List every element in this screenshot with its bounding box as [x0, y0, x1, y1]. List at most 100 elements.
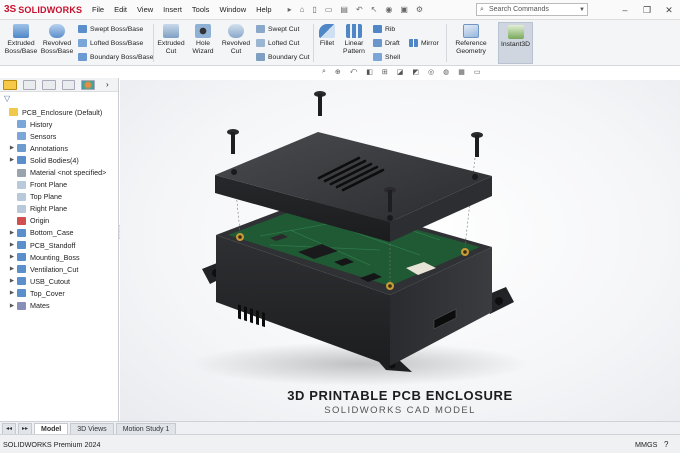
scene-icon[interactable]: ▦ [458, 68, 465, 76]
expand-arrow-icon[interactable]: ▶ [8, 254, 16, 260]
swept-boss-button[interactable]: Swept Boss/Base [78, 25, 143, 33]
property-manager-tab[interactable] [22, 79, 37, 90]
graphics-area[interactable]: 3D PRINTABLE PCB ENCLOSURE SOLIDWORKS CA… [120, 80, 680, 421]
extruded-boss-button[interactable]: Extruded Boss/Base [4, 24, 38, 56]
search-commands[interactable]: ⌕ Search Commands ▼ [476, 3, 588, 16]
zoom-area-icon[interactable]: ⊕ [335, 68, 341, 76]
screw[interactable] [314, 91, 326, 116]
tree-item[interactable]: Front Plane [0, 179, 118, 191]
tree-item[interactable]: Top Plane [0, 191, 118, 203]
view-settings-icon[interactable]: ▭ [474, 68, 481, 76]
tree-item[interactable]: History [0, 118, 118, 130]
view-orientation-icon[interactable]: ◪ [397, 68, 404, 76]
minimize-icon[interactable]: – [614, 5, 636, 15]
configuration-manager-tab[interactable] [42, 79, 56, 90]
hide-show-icon[interactable]: ◎ [428, 68, 434, 76]
expand-arrow-icon[interactable]: ▶ [8, 266, 16, 272]
tree-item[interactable]: Sensors [0, 130, 118, 142]
solidworks-logo[interactable]: 3S SOLIDWORKS [0, 4, 92, 15]
tree-item[interactable]: ▶ Mates [0, 300, 118, 312]
tree-item[interactable]: ▶ Ventilation_Cut [0, 263, 118, 275]
expand-arrow-icon[interactable]: ▶ [8, 157, 16, 163]
hole-wizard-button[interactable]: Hole Wizard [188, 24, 218, 56]
feature-manager-tab[interactable] [3, 79, 17, 90]
swept-cut-button[interactable]: Swept Cut [256, 25, 299, 33]
linear-pattern-button[interactable]: Linear Pattern [341, 24, 367, 56]
shell-button[interactable]: Shell [373, 53, 400, 61]
tab-scroll-first[interactable]: ◂◂ [2, 423, 16, 434]
open-icon[interactable]: ▭ [325, 5, 333, 14]
appearance-icon[interactable]: ◍ [443, 68, 449, 76]
rib-button[interactable]: Rib [373, 25, 395, 33]
tab-scroll-last[interactable]: ▸▸ [18, 423, 32, 434]
rebuild-icon[interactable]: ◉ [385, 5, 392, 14]
help-icon[interactable]: ? [664, 440, 668, 449]
extruded-cut-icon [163, 24, 179, 38]
display-manager-tab[interactable] [81, 79, 95, 90]
tree-item[interactable]: Origin [0, 215, 118, 227]
menu-window[interactable]: Window [219, 5, 246, 14]
expand-arrow-icon[interactable]: ▶ [8, 303, 16, 309]
expand-arrow-icon[interactable]: ▶ [8, 290, 16, 296]
unit-system[interactable]: MMGS [635, 440, 657, 449]
expand-arrow-icon[interactable]: ▶ [8, 242, 16, 248]
fillet-label: Fillet [319, 40, 335, 47]
previous-view-icon[interactable]: ⤺ [350, 68, 357, 76]
new-file-icon[interactable]: ▯ [312, 5, 316, 14]
menu-tools[interactable]: Tools [192, 5, 210, 14]
expand-arrow-icon[interactable]: ▶ [8, 278, 16, 284]
select-icon[interactable]: ↖ [371, 5, 378, 14]
tab-motion-study[interactable]: Motion Study 1 [115, 423, 177, 434]
tree-item[interactable]: ▶ Mounting_Boss [0, 251, 118, 263]
chevron-down-icon[interactable]: ▼ [577, 7, 587, 13]
reference-geometry-button[interactable]: Reference Geometry [451, 24, 491, 56]
revolved-cut-button[interactable]: Revolved Cut [220, 24, 252, 56]
mirror-button[interactable]: Mirror [409, 39, 439, 47]
lofted-boss-button[interactable]: Lofted Boss/Base [78, 39, 143, 47]
options-icon[interactable]: ⚙ [416, 5, 423, 14]
chevron-right-icon[interactable]: › [101, 80, 114, 90]
tree-item[interactable]: ▶ Bottom_Case [0, 227, 118, 239]
instant3d-button[interactable]: Instant3D [498, 22, 533, 64]
tree-item[interactable]: ▶ Annotations [0, 142, 118, 154]
tree-item[interactable]: PCB_Enclosure (Default) [0, 106, 118, 118]
revolved-boss-button[interactable]: Revolved Boss/Base [40, 24, 74, 56]
dimxpert-manager-tab[interactable] [61, 79, 76, 90]
zoom-to-fit-icon[interactable]: ⌕ [322, 68, 326, 76]
tab-3d-views[interactable]: 3D Views [70, 423, 114, 434]
filter-icon[interactable]: ▽ [0, 92, 118, 106]
display-style-icon[interactable]: ◩ [412, 68, 419, 76]
draft-button[interactable]: Draft [373, 39, 400, 47]
screw[interactable] [471, 132, 483, 157]
boundary-boss-button[interactable]: Boundary Boss/Base [78, 53, 153, 61]
expand-arrow-icon[interactable]: ▶ [8, 230, 16, 236]
home-icon[interactable]: ⌂ [300, 5, 305, 14]
expand-arrow-icon[interactable]: ▶ [8, 145, 16, 151]
dynamic-annotation-icon[interactable]: ⊞ [382, 68, 388, 76]
tree-item[interactable]: Right Plane [0, 203, 118, 215]
maximize-icon[interactable]: ❐ [636, 5, 658, 16]
menu-help[interactable]: Help [256, 5, 271, 14]
lofted-cut-button[interactable]: Lofted Cut [256, 39, 299, 47]
save-icon[interactable]: ▣ [400, 5, 408, 14]
fillet-button[interactable]: Fillet [316, 24, 338, 48]
tab-model[interactable]: Model [34, 423, 69, 434]
close-icon[interactable]: ✕ [658, 5, 680, 16]
undo-icon[interactable]: ↶ [356, 5, 363, 14]
screw[interactable] [227, 129, 239, 154]
pin-icon[interactable]: ▸ [288, 5, 292, 14]
tree-item[interactable]: Material <not specified> [0, 166, 118, 178]
print-icon[interactable]: ▤ [340, 5, 348, 14]
menu-view[interactable]: View [137, 5, 153, 14]
menu-file[interactable]: File [92, 5, 104, 14]
tree-item[interactable]: ▶ Top_Cover [0, 287, 118, 299]
tree-item[interactable]: ▶ PCB_Standoff [0, 239, 118, 251]
menu-insert[interactable]: Insert [163, 5, 182, 14]
boundary-cut-button[interactable]: Boundary Cut [256, 53, 310, 61]
extruded-cut-button[interactable]: Extruded Cut [155, 24, 187, 56]
section-view-icon[interactable]: ◧ [366, 68, 373, 76]
menu-edit[interactable]: Edit [114, 5, 127, 14]
search-input[interactable]: Search Commands [487, 6, 577, 13]
tree-item[interactable]: ▶ USB_Cutout [0, 275, 118, 287]
tree-item[interactable]: ▶ Solid Bodies(4) [0, 154, 118, 166]
